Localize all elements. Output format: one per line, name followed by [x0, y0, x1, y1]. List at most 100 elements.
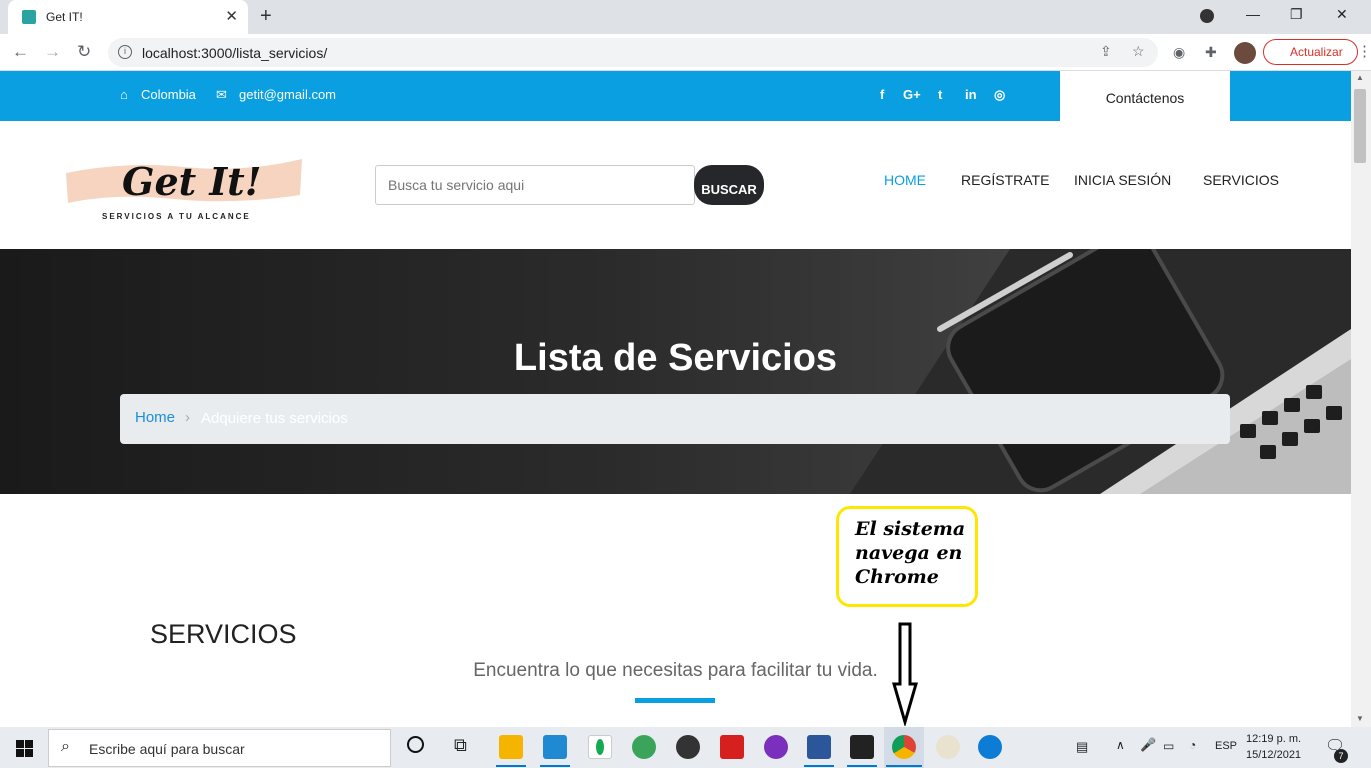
- vscode-icon[interactable]: [543, 735, 567, 759]
- search-button[interactable]: BUSCAR: [694, 165, 764, 205]
- bookmark-star-icon[interactable]: ☆: [1132, 43, 1145, 60]
- tab-title: Get IT!: [46, 10, 83, 24]
- google-plus-icon[interactable]: G+: [903, 87, 921, 102]
- hero-banner: Lista de Servicios Home › Adquiere tus s…: [0, 249, 1351, 494]
- task-view-icon[interactable]: ⧉: [454, 735, 467, 756]
- page-scrollbar[interactable]: ▲ ▼: [1351, 71, 1371, 727]
- close-window-icon[interactable]: ✕: [1336, 6, 1348, 23]
- browser-tab-bar: Get IT! ✕ + — ❐ ✕: [0, 0, 1371, 34]
- taskbar-clock[interactable]: 12:19 p. m. 15/12/2021: [1246, 731, 1301, 763]
- browser-tab[interactable]: Get IT! ✕: [8, 0, 248, 34]
- browser-toolbar: ← → ↻ i localhost:3000/lista_servicios/ …: [0, 34, 1371, 71]
- section-title: SERVICIOS: [150, 619, 297, 649]
- breadcrumb-separator: ›: [185, 409, 190, 426]
- email-link[interactable]: getit@gmail.com: [239, 87, 336, 102]
- profile-menu-icon[interactable]: [1200, 9, 1214, 23]
- reload-icon[interactable]: ↻: [77, 42, 91, 62]
- logo-text: Get It!: [122, 159, 261, 204]
- file-explorer-icon[interactable]: [499, 735, 523, 759]
- running-indicator: [804, 765, 834, 767]
- site-info-icon[interactable]: i: [118, 45, 132, 59]
- mongodb-icon[interactable]: [588, 735, 612, 759]
- news-widget-icon[interactable]: ▤: [1076, 739, 1088, 755]
- instagram-icon[interactable]: ◎: [994, 87, 1005, 103]
- chrome-icon[interactable]: [892, 735, 916, 759]
- logo-subtitle: SERVICIOS A TU ALCANCE: [102, 212, 251, 221]
- scroll-up-icon[interactable]: ▲: [1356, 73, 1364, 82]
- github-desktop-icon[interactable]: [764, 735, 788, 759]
- running-indicator: [540, 765, 570, 767]
- word-icon[interactable]: [807, 735, 831, 759]
- favicon-icon: [22, 10, 36, 24]
- running-indicator: [886, 765, 922, 767]
- cortana-icon[interactable]: [407, 736, 424, 753]
- web-page: ⌂ Colombia ✉ getit@gmail.com f G+ t in ◎…: [0, 71, 1351, 727]
- twitter-icon[interactable]: t: [938, 87, 942, 102]
- taskbar-search-box[interactable]: ⌕ Escribe aquí para buscar: [48, 729, 391, 767]
- notification-badge: 7: [1334, 749, 1348, 763]
- annotation-line: navega en: [855, 542, 963, 564]
- running-indicator: [496, 765, 526, 767]
- rocket-app-icon[interactable]: [632, 735, 656, 759]
- annotation-callout: El sistema navega en Chrome: [836, 506, 978, 607]
- search-icon: ⌕: [61, 738, 70, 755]
- windows-start-icon[interactable]: [16, 740, 33, 757]
- terminal-icon[interactable]: [850, 735, 874, 759]
- media-app-icon[interactable]: [676, 735, 700, 759]
- paint-icon[interactable]: [936, 735, 960, 759]
- update-label: Actualizar: [1290, 45, 1343, 59]
- acrobat-icon[interactable]: [720, 735, 744, 759]
- clock-time: 12:19 p. m.: [1246, 733, 1302, 745]
- breadcrumb-current: Adquiere tus servicios: [201, 410, 348, 427]
- puzzle-extensions-icon[interactable]: ✚: [1205, 44, 1217, 61]
- annotation-line: El sistema: [855, 518, 966, 540]
- scroll-down-icon[interactable]: ▼: [1356, 714, 1364, 723]
- minimize-icon[interactable]: —: [1246, 6, 1260, 22]
- new-tab-button[interactable]: +: [260, 5, 272, 28]
- nav-register[interactable]: REGÍSTRATE: [961, 172, 1049, 188]
- section-underline: [635, 698, 715, 703]
- page-title: Lista de Servicios: [513, 337, 838, 379]
- running-indicator: [847, 765, 877, 767]
- annotation-line: Chrome: [855, 566, 939, 588]
- back-icon[interactable]: ←: [12, 42, 29, 62]
- update-button[interactable]: Actualizar: [1263, 39, 1358, 65]
- search-input[interactable]: [375, 165, 695, 205]
- section-tagline: Encuentra lo que necesitas para facilita…: [473, 660, 878, 681]
- tray-chevron-icon[interactable]: ∧: [1116, 738, 1125, 752]
- wifi-icon[interactable]: ◔: [1189, 738, 1196, 752]
- logo[interactable]: Get It! SERVICIOS A TU ALCANCE: [64, 153, 304, 225]
- contact-label: Contáctenos: [1105, 90, 1185, 106]
- browser-menu-icon[interactable]: ⋮: [1357, 42, 1371, 60]
- nav-login[interactable]: INICIA SESIÓN: [1074, 172, 1171, 188]
- home-icon: ⌂: [120, 87, 128, 102]
- linkedin-icon[interactable]: in: [965, 87, 977, 102]
- top-contact-bar: ⌂ Colombia ✉ getit@gmail.com f G+ t in ◎…: [0, 71, 1351, 121]
- facebook-icon[interactable]: f: [880, 87, 884, 102]
- microphone-icon[interactable]: 🎤: [1140, 737, 1156, 753]
- breadcrumb-home-link[interactable]: Home: [135, 409, 175, 426]
- nav-services[interactable]: SERVICIOS: [1203, 172, 1279, 188]
- annotation-arrow-icon: [892, 622, 918, 726]
- site-header: Get It! SERVICIOS A TU ALCANCE BUSCAR HO…: [0, 121, 1351, 249]
- battery-icon[interactable]: ▭: [1163, 739, 1174, 753]
- breadcrumb: Home › Adquiere tus servicios: [120, 394, 1230, 444]
- share-icon[interactable]: ⇪: [1100, 43, 1112, 60]
- clock-date: 15/12/2021: [1246, 749, 1302, 761]
- scrollbar-thumb[interactable]: [1354, 89, 1366, 163]
- extension-icon[interactable]: ◉: [1173, 44, 1185, 61]
- avatar[interactable]: [1234, 42, 1256, 64]
- nav-home[interactable]: HOME: [884, 172, 926, 188]
- language-indicator[interactable]: ESP: [1215, 740, 1237, 752]
- url-text[interactable]: localhost:3000/lista_servicios/: [142, 45, 327, 61]
- address-bar[interactable]: i localhost:3000/lista_servicios/ ⇪ ☆: [108, 38, 1158, 67]
- windows-taskbar: ⌕ Escribe aquí para buscar ⧉ ▤ ∧ 🎤 ▭ ◔ E…: [0, 727, 1371, 768]
- edge-icon[interactable]: [978, 735, 1002, 759]
- taskbar-search-placeholder: Escribe aquí para buscar: [89, 741, 245, 757]
- close-tab-icon[interactable]: ✕: [225, 7, 238, 25]
- forward-icon[interactable]: →: [44, 42, 61, 62]
- mail-icon: ✉: [216, 87, 227, 102]
- location-text: Colombia: [141, 87, 196, 102]
- restore-icon[interactable]: ❐: [1290, 6, 1303, 23]
- contact-button[interactable]: Contáctenos: [1060, 71, 1230, 121]
